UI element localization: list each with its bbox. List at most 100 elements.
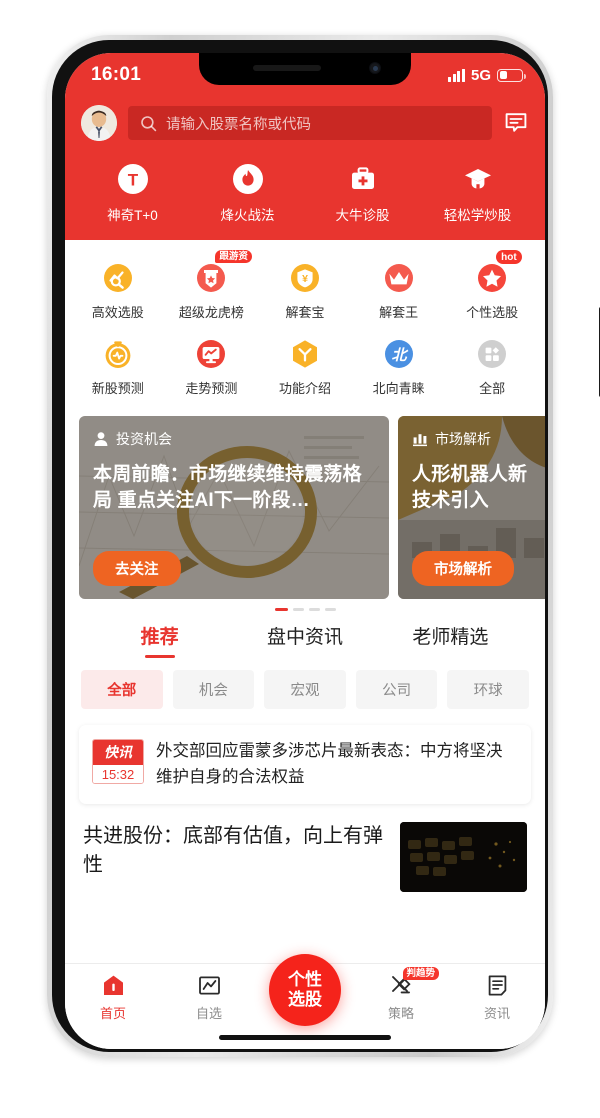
- flash-news-text: 外交部回应雷蒙多涉芯片最新表态：中方将坚决维护自身的合法权益: [156, 742, 503, 786]
- quick-action-t-plus-zero[interactable]: T 神奇T+0: [75, 161, 190, 224]
- feature-xingu-yuce[interactable]: 新股预测: [71, 330, 165, 406]
- tab-bar-item-watchlist[interactable]: 自选: [161, 972, 257, 1022]
- feature-jietao-wang[interactable]: 解套王: [352, 254, 446, 330]
- tab-bar-label: 资讯: [483, 1006, 510, 1021]
- tab-bar-badge: 判趋势: [403, 967, 439, 981]
- stopwatch-pulse-icon: [101, 337, 135, 371]
- chip-opportunity[interactable]: 机会: [172, 670, 255, 709]
- flash-badge-time: 15:32: [93, 765, 143, 783]
- t-plus-zero-icon: T: [115, 161, 151, 197]
- carousel-dot[interactable]: [324, 608, 336, 611]
- banner-content: 投资机会 本周前瞻：市场继续维持震荡格局 重点关注AI下一阶段… 去关注: [79, 416, 389, 599]
- tab-bar-item-strategy[interactable]: 判趋势 策略: [353, 967, 449, 1022]
- feature-label: 解套宝: [285, 305, 325, 320]
- tab-bar-label: 自选: [195, 1006, 222, 1021]
- flash-news-badge: 快讯 15:32: [92, 739, 144, 784]
- banner-title: 人形机器人新技术引入: [412, 464, 528, 511]
- person-icon: [94, 432, 108, 446]
- feature-badge: 跟游资: [215, 250, 252, 264]
- tab-intraday-news[interactable]: 盘中资讯: [232, 622, 377, 662]
- news-article-card[interactable]: 共进股份：底部有估值，向上有弹性: [79, 804, 531, 902]
- phone-bezel: 16:01 5G 请输入股票名称或代码 T 神奇T+0 烽火战法 大牛诊股 轻松…: [52, 40, 548, 1052]
- medical-kit-icon: [345, 161, 381, 197]
- star-circle-icon: [475, 261, 509, 295]
- quick-action-flame[interactable]: 烽火战法: [190, 161, 305, 224]
- home-indicator[interactable]: [219, 1035, 391, 1040]
- quick-action-label: 神奇T+0: [107, 208, 158, 223]
- feature-quanbu[interactable]: 全部: [445, 330, 539, 406]
- phone-frame: 16:01 5G 请输入股票名称或代码 T 神奇T+0 烽火战法 大牛诊股 轻松…: [47, 35, 600, 1057]
- flash-badge-label: 快讯: [93, 740, 143, 765]
- banner-tag: 投资机会: [93, 429, 375, 449]
- chip-all[interactable]: 全部: [81, 670, 163, 709]
- search-icon: [141, 115, 157, 131]
- chip-macro[interactable]: 宏观: [264, 670, 346, 709]
- chip-company[interactable]: 公司: [355, 670, 438, 709]
- carousel-dot[interactable]: [308, 608, 320, 611]
- personal-stock-pick-button[interactable]: 个性 选股: [269, 954, 341, 1026]
- tab-teacher-picks[interactable]: 老师精选: [378, 622, 523, 662]
- banner-tag-label: 投资机会: [116, 431, 172, 447]
- banner-carousel: 投资机会 本周前瞻：市场继续维持震荡格局 重点关注AI下一阶段… 去关注 市场解…: [65, 412, 545, 615]
- app-header: 请输入股票名称或代码: [65, 97, 545, 155]
- banner-card-investment-opportunity[interactable]: 投资机会 本周前瞻：市场继续维持震荡格局 重点关注AI下一阶段… 去关注: [79, 416, 389, 599]
- carousel-dot[interactable]: [292, 608, 304, 611]
- front-camera-icon: [369, 62, 381, 74]
- feature-grid: 高效选股 跟游资 超级龙虎榜 ¥ 解套宝 解套王 hot 个性选股 新股预测 走…: [65, 240, 545, 412]
- banner-cta-button[interactable]: 市场解析: [412, 551, 514, 586]
- search-input[interactable]: 请输入股票名称或代码: [128, 106, 492, 140]
- message-icon[interactable]: [503, 110, 529, 136]
- tab-recommended[interactable]: 推荐: [87, 622, 232, 662]
- bei-circle-icon: 北: [382, 337, 416, 371]
- feature-chaoji-longhubang[interactable]: 跟游资 超级龙虎榜: [165, 250, 259, 330]
- search-placeholder: 请输入股票名称或代码: [166, 116, 311, 133]
- feature-gongneng-jieshao[interactable]: 功能介绍: [258, 330, 352, 406]
- feature-label: 解套王: [379, 305, 419, 320]
- quick-action-medical-kit[interactable]: 大牛诊股: [305, 161, 420, 224]
- content-tabs: 推荐 盘中资讯 老师精选: [65, 615, 545, 662]
- feature-beixiang-qinglai[interactable]: 北 北向青睐: [352, 330, 446, 406]
- svg-text:¥: ¥: [302, 273, 308, 285]
- bar-chart-icon: [413, 434, 427, 447]
- graduation-cap-icon: [460, 161, 496, 197]
- signal-bars-icon: [448, 68, 465, 82]
- tab-bar-item-news[interactable]: 资讯: [449, 972, 545, 1022]
- carousel-indicators[interactable]: [79, 599, 531, 615]
- banner-title: 本周前瞻：市场继续维持震荡格局 重点关注AI下一阶段…: [93, 464, 362, 511]
- feature-gaoxiao-xuangu[interactable]: 高效选股: [71, 254, 165, 330]
- banner-cta-button[interactable]: 去关注: [93, 551, 181, 586]
- banner-card-market-analysis[interactable]: 市场解析 人形机器人新技术引入 市场解析: [398, 416, 545, 599]
- news-article-title: 共进股份：底部有估值，向上有弹性: [83, 825, 383, 877]
- feature-label: 个性选股: [466, 305, 519, 320]
- carousel-dot[interactable]: [274, 608, 288, 611]
- news-document-icon: [485, 972, 510, 998]
- feature-grid-row-1: 高效选股 跟游资 超级龙虎榜 ¥ 解套宝 解套王 hot 个性选股: [71, 250, 539, 330]
- tab-bar-label: 首页: [99, 1006, 126, 1021]
- phone-screen: 16:01 5G 请输入股票名称或代码 T 神奇T+0 烽火战法 大牛诊股 轻松…: [65, 53, 545, 1049]
- svg-text:T: T: [127, 171, 138, 190]
- feature-zoushi-yuce[interactable]: 走势预测: [165, 330, 259, 406]
- avatar[interactable]: [81, 105, 117, 141]
- flash-news-card[interactable]: 快讯 15:32 外交部回应雷蒙多涉芯片最新表态：中方将坚决维护自身的合法权益: [79, 725, 531, 805]
- quick-action-label: 轻松学炒股: [443, 208, 512, 223]
- feature-gexing-xuangu[interactable]: hot 个性选股: [445, 250, 539, 330]
- banner-star-icon: [194, 261, 228, 295]
- chart-search-icon: [101, 261, 135, 295]
- feature-label: 超级龙虎榜: [178, 305, 244, 320]
- battery-icon: [497, 68, 526, 82]
- home-icon: [101, 972, 126, 998]
- fab-line-2: 选股: [288, 990, 322, 1009]
- quick-action-graduation-cap[interactable]: 轻松学炒股: [420, 161, 535, 224]
- watchlist-chart-icon: [197, 972, 222, 998]
- banner-content: 市场解析 人形机器人新技术引入 市场解析: [398, 416, 545, 599]
- feature-label: 高效选股: [91, 305, 144, 320]
- filter-chips: 全部 机会 宏观 公司 环球: [65, 662, 545, 709]
- feature-jietao-bao[interactable]: ¥ 解套宝: [258, 254, 352, 330]
- monitor-chart-icon: [194, 337, 228, 371]
- feature-badge: hot: [496, 250, 522, 264]
- quick-action-label: 烽火战法: [220, 208, 275, 223]
- chip-global[interactable]: 环球: [447, 670, 529, 709]
- network-type-label: 5G: [470, 66, 491, 84]
- tab-bar-item-home[interactable]: 首页: [65, 972, 161, 1022]
- news-thumbnail: [400, 822, 527, 893]
